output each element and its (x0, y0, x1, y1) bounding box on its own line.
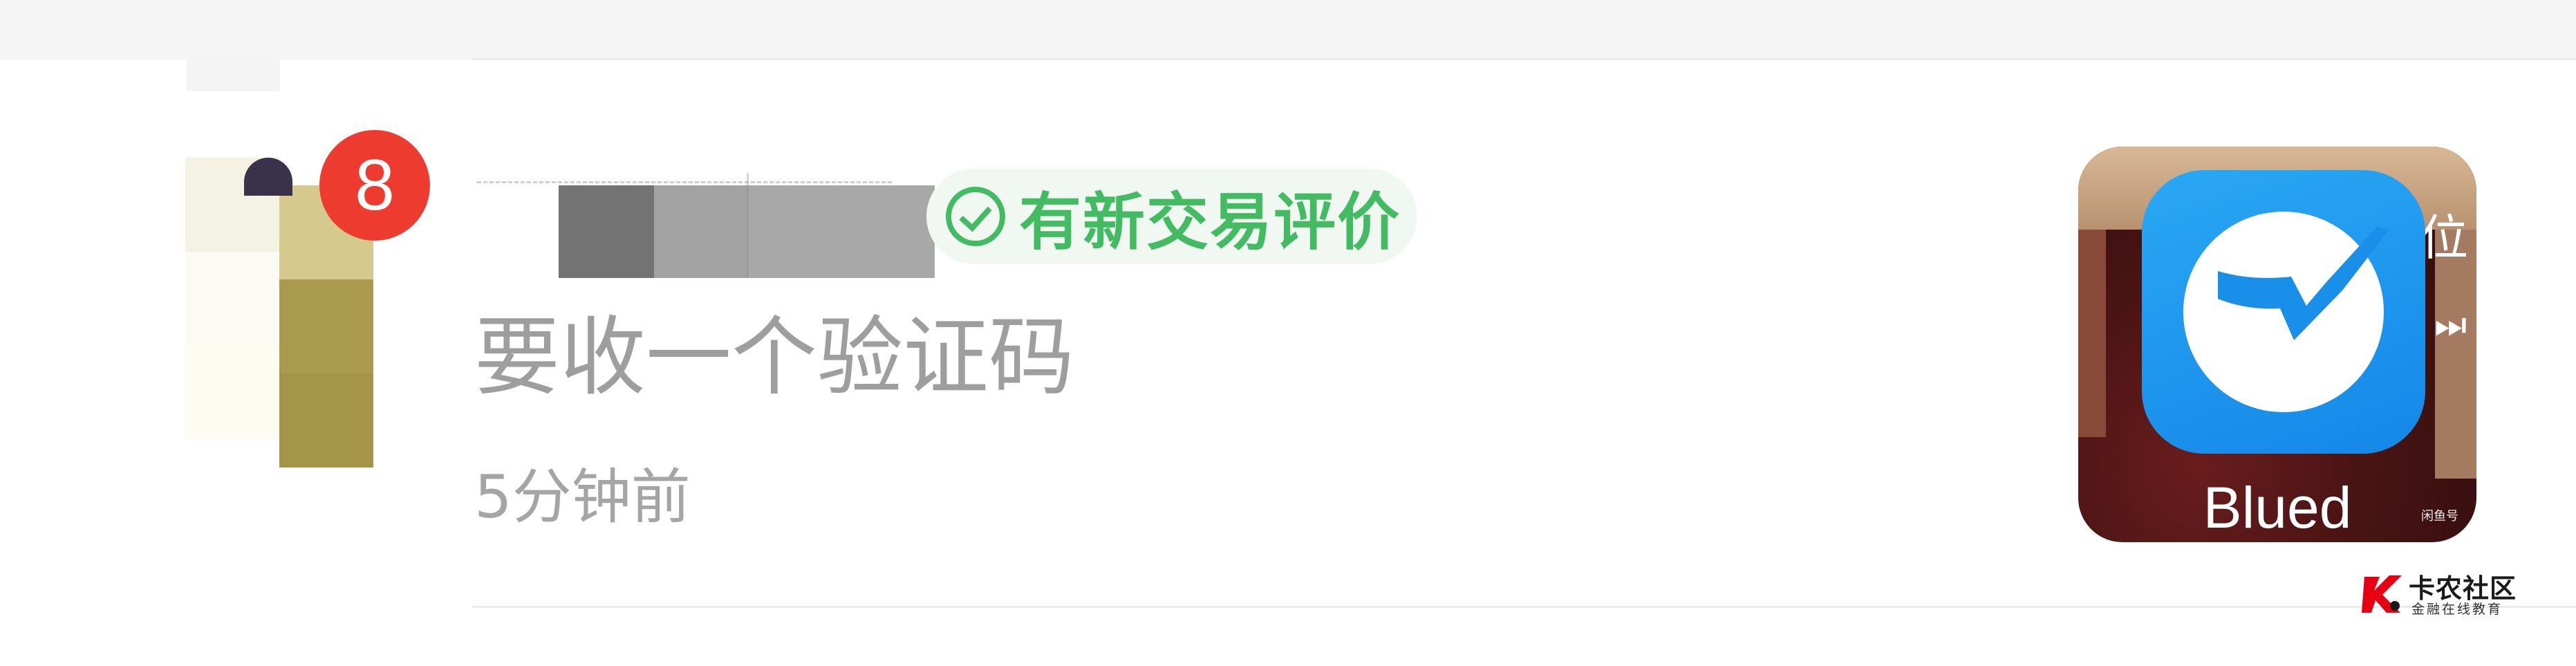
message-preview: 要收一个验证码 (474, 308, 1075, 407)
avatar-pixel (185, 346, 279, 440)
username-redaction (559, 185, 654, 278)
username-redaction (654, 185, 748, 278)
watermark: 卡农社区 金融在线教育 (2359, 566, 2522, 620)
watermark-subtitle: 金融在线教育 (2411, 602, 2503, 617)
avatar-pixel (185, 252, 279, 346)
item-thumbnail[interactable]: 位 ⏭ Blued 闲鱼号 (2078, 147, 2476, 542)
timestamp: 5分钟前 (474, 463, 691, 532)
blued-bolt-icon (2218, 227, 2389, 340)
avatar-pixel (279, 373, 373, 468)
next-track-icon: ⏭ (2434, 304, 2467, 346)
check-circle-icon (946, 187, 1005, 246)
thumbnail-corner-text: 闲鱼号 (2421, 509, 2458, 524)
username-redaction (748, 185, 935, 278)
overlay-char: 位 (2420, 210, 2468, 266)
kanong-logo-icon (2362, 575, 2402, 613)
divider-top (472, 58, 2576, 60)
app-name-label: Blued (2203, 475, 2352, 540)
tag-label: 有新交易评价 (1019, 186, 1401, 259)
redaction-seam (747, 173, 749, 278)
tab-nub (187, 59, 280, 91)
unread-count: 8 (355, 145, 395, 225)
blued-app-icon (2142, 170, 2425, 454)
top-band (0, 0, 2576, 59)
new-review-tag: 有新交易评价 (926, 169, 1417, 264)
divider-bottom (472, 606, 2576, 608)
avatar-hat (244, 158, 292, 196)
unread-badge: 8 (319, 130, 430, 241)
thumbnail-background (2078, 230, 2106, 437)
avatar-pixel (279, 279, 373, 373)
